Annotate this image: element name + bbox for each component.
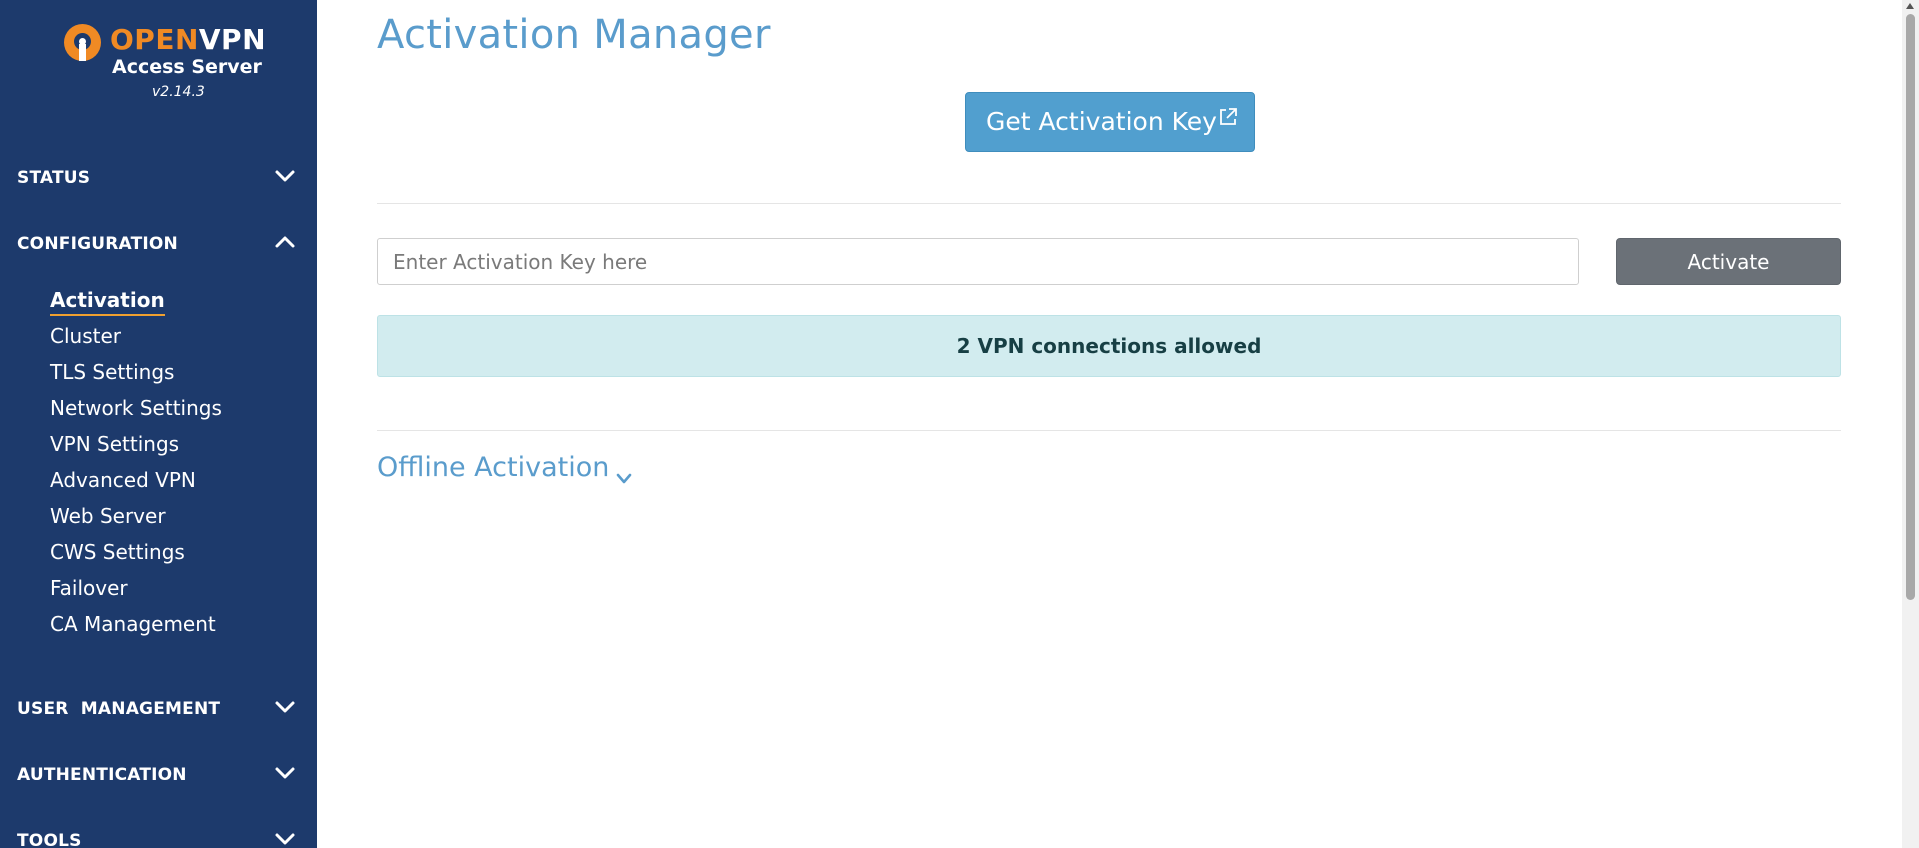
nav-section-label: STATUS (17, 168, 91, 188)
chevron-down-icon (615, 462, 633, 483)
sidebar-item-network-settings[interactable]: Network Settings (50, 396, 222, 420)
sidebar-item-activation[interactable]: Activation (50, 288, 165, 316)
openvpn-keyhole-icon (64, 24, 101, 61)
chevron-down-icon (274, 168, 296, 184)
nav-section-tools[interactable]: TOOLS (0, 821, 317, 848)
sidebar-item-advanced-vpn[interactable]: Advanced VPN (50, 468, 196, 492)
version-label: v2.14.3 (152, 84, 205, 100)
sidebar-item-label: Activation (50, 288, 165, 312)
logo-wordmark: OPENVPN (110, 23, 267, 56)
nav-section-user-management[interactable]: USER MANAGEMENT (0, 689, 317, 729)
external-link-icon (1218, 104, 1238, 125)
offline-activation-label: Offline Activation (377, 452, 610, 483)
nav-section-label: TOOLS (17, 831, 82, 848)
sidebar-item-tls-settings[interactable]: TLS Settings (50, 360, 174, 384)
sidebar-item-web-server[interactable]: Web Server (50, 504, 166, 528)
active-underline (50, 314, 165, 316)
divider (377, 430, 1841, 431)
activation-key-input[interactable] (377, 238, 1579, 285)
get-activation-key-button[interactable]: Get Activation Key (965, 92, 1255, 152)
nav-section-label: CONFIGURATION (17, 234, 178, 254)
get-activation-key-label: Get Activation Key (986, 107, 1217, 136)
vertical-scrollbar[interactable] (1902, 0, 1919, 848)
sidebar-item-ca-management[interactable]: CA Management (50, 612, 216, 636)
openvpn-logo[interactable]: OPENVPN Access Server v2.14.3 (64, 22, 267, 104)
scrollbar-thumb[interactable] (1906, 14, 1915, 600)
nav-section-label: AUTHENTICATION (17, 765, 187, 785)
chevron-down-icon (274, 699, 296, 715)
logo-product-name: Access Server (112, 56, 262, 78)
sidebar-item-cws-settings[interactable]: CWS Settings (50, 540, 185, 564)
scroll-up-arrow-icon[interactable] (1906, 3, 1914, 9)
chevron-down-icon (274, 765, 296, 781)
main-content: Activation Manager Get Activation Key Ac… (317, 0, 1902, 848)
page-title: Activation Manager (377, 12, 771, 58)
license-info-message: 2 VPN connections allowed (956, 334, 1262, 358)
license-info-alert: 2 VPN connections allowed (377, 315, 1841, 377)
sidebar-item-failover[interactable]: Failover (50, 576, 128, 600)
offline-activation-toggle[interactable]: Offline Activation (377, 452, 633, 483)
activate-button[interactable]: Activate (1616, 238, 1841, 285)
sidebar: OPENVPN Access Server v2.14.3 STATUS CON… (0, 0, 317, 848)
nav-section-authentication[interactable]: AUTHENTICATION (0, 755, 317, 795)
chevron-up-icon (274, 234, 296, 250)
chevron-down-icon (274, 831, 296, 847)
sidebar-item-cluster[interactable]: Cluster (50, 324, 121, 348)
nav-section-label: USER MANAGEMENT (17, 699, 221, 719)
nav-section-configuration[interactable]: CONFIGURATION (0, 224, 317, 264)
sidebar-item-vpn-settings[interactable]: VPN Settings (50, 432, 179, 456)
divider (377, 203, 1841, 204)
nav-section-status[interactable]: STATUS (0, 158, 317, 198)
